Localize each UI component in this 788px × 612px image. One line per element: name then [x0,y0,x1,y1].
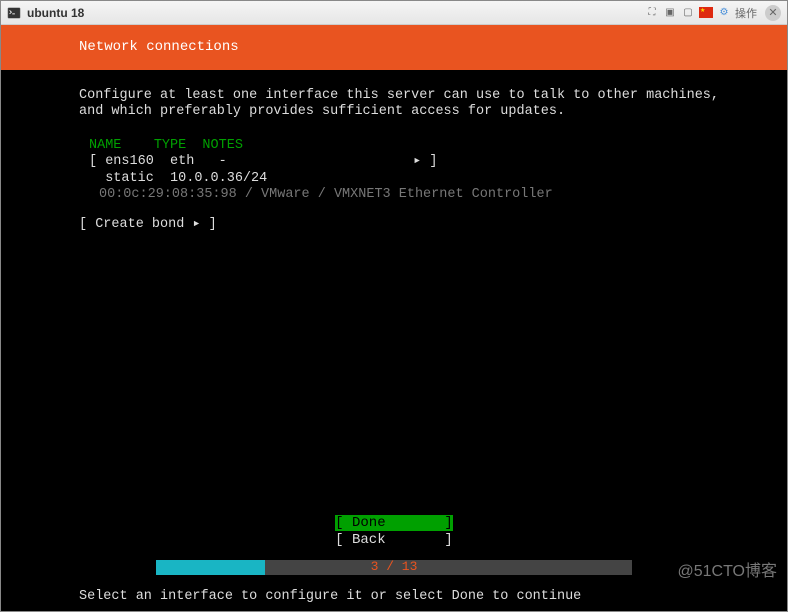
interface-table: NAME TYPE NOTES [ ens160 eth - ▸ ] stati… [89,138,727,203]
hint-text: Select an interface to configure it or s… [1,577,787,611]
titlebar[interactable]: ubuntu 18 ⛶ ▣ ▢ ⚙ 操作 ✕ [1,1,787,25]
vm-window: ubuntu 18 ⛶ ▣ ▢ ⚙ 操作 ✕ Network connectio… [0,0,788,612]
content-area: Configure at least one interface this se… [1,70,787,233]
chevron-right-icon: ▸ [413,154,421,169]
action-label[interactable]: 操作 [735,5,757,21]
screen-icon[interactable]: ⛶ [645,6,659,20]
iface-type: eth [170,154,194,169]
interface-row[interactable]: [ ens160 eth - ▸ ] [89,154,727,170]
window-title: ubuntu 18 [27,6,645,20]
iface-address: 10.0.0.36/24 [170,171,267,186]
col-type: TYPE [154,138,186,153]
back-button[interactable]: [ Back ] [335,532,453,548]
close-icon[interactable]: ✕ [765,5,781,21]
action-buttons: [ Done ] [ Back ] [1,515,787,549]
gear-icon[interactable]: ⚙ [717,6,731,20]
screen3-icon[interactable]: ▢ [681,6,695,20]
titlebar-controls: ⛶ ▣ ▢ ⚙ 操作 ✕ [645,5,781,21]
screen2-icon[interactable]: ▣ [663,6,677,20]
col-notes: NOTES [202,138,243,153]
flag-icon[interactable] [699,6,713,20]
terminal-icon [7,6,21,20]
description-text: Configure at least one interface this se… [79,88,727,120]
col-name: NAME [89,138,121,153]
interface-address-row: static 10.0.0.36/24 [89,171,727,187]
table-header-row: NAME TYPE NOTES [89,138,727,154]
page-title: Network connections [1,25,787,70]
create-bond-button[interactable]: [ Create bond ▸ ] [79,217,727,233]
iface-mode: static [105,171,154,186]
progress-text: 3 / 13 [1,559,787,575]
bottom-area: [ Done ] [ Back ] 3 / 13 Select an inter… [1,515,787,611]
console: Network connections Configure at least o… [1,25,787,611]
progress-row: 3 / 13 [1,559,787,577]
chevron-right-icon: ▸ [192,217,200,232]
done-button[interactable]: [ Done ] [335,515,453,531]
iface-name: ens160 [105,154,154,169]
watermark: @51CTO博客 [677,557,777,581]
interface-hardware: 00:0c:29:08:35:98 / VMware / VMXNET3 Eth… [99,187,727,203]
iface-notes: - [219,154,227,169]
